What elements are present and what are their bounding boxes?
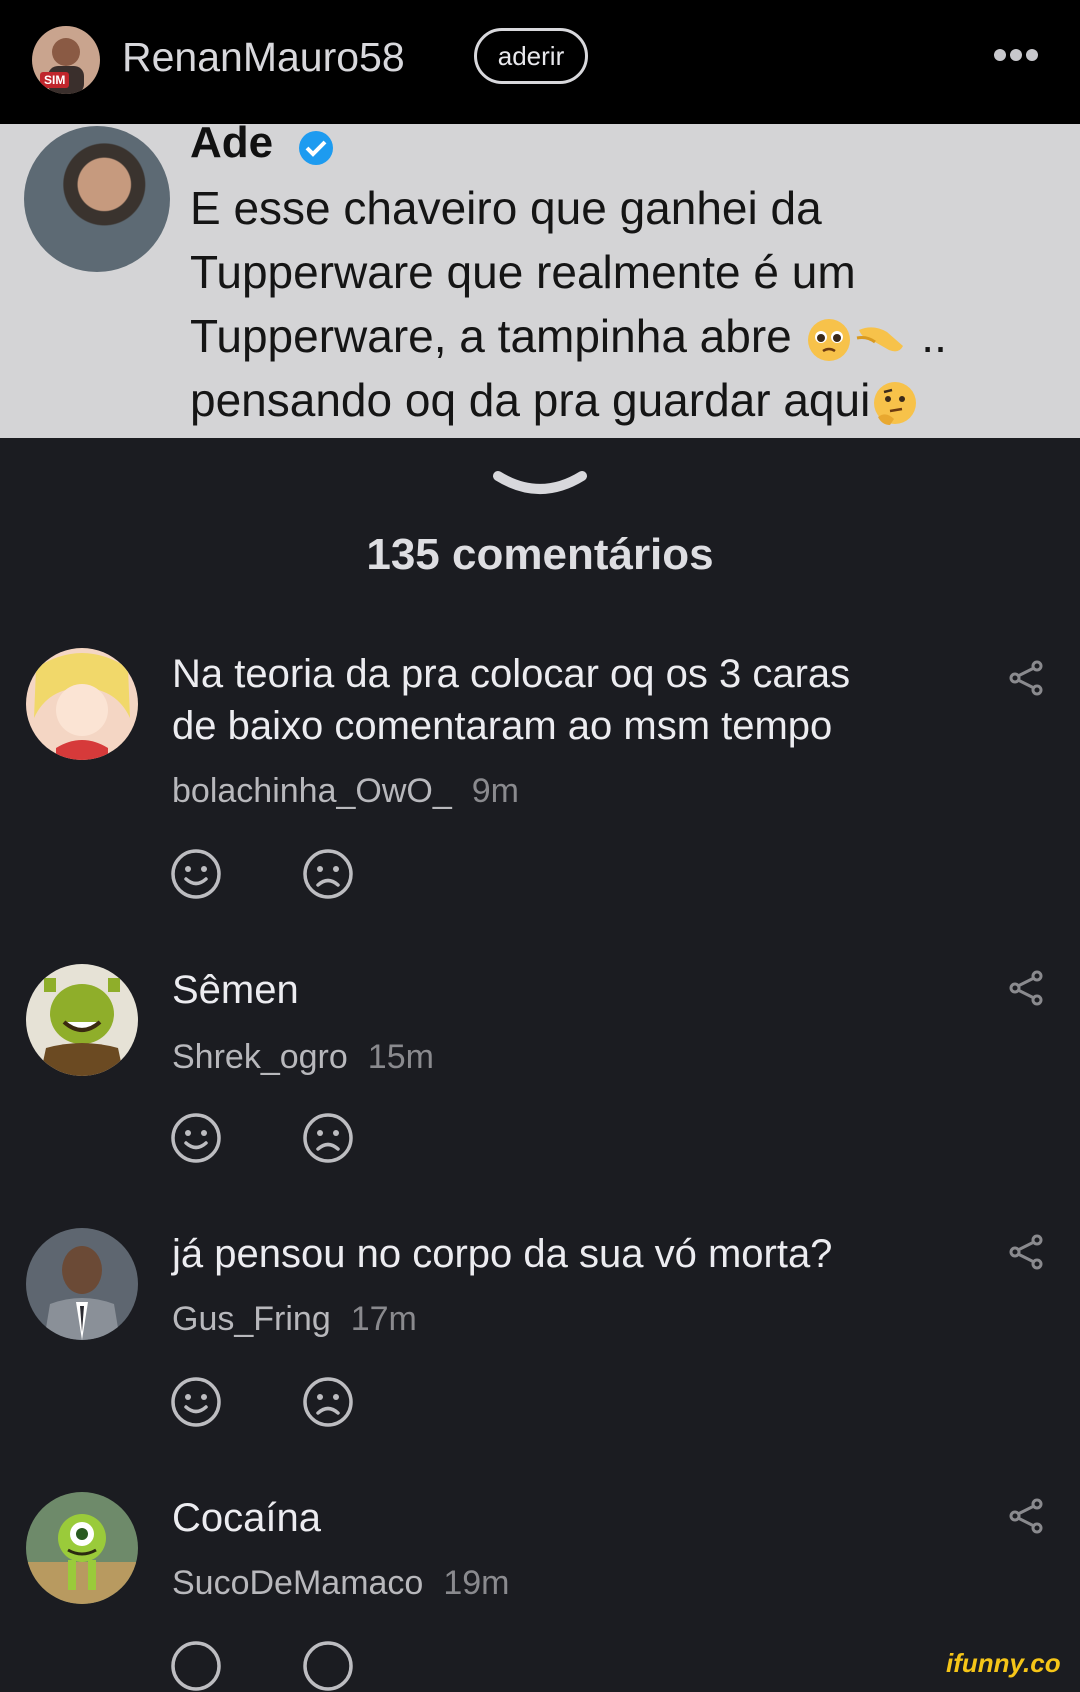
tweet-line-part: .. [908,310,947,362]
comment-time: 9m [471,772,519,810]
channel-avatar[interactable]: SIM [32,26,100,94]
comment-time: 19m [443,1564,510,1602]
smile-icon[interactable] [170,1376,222,1428]
verified-badge-icon [299,131,333,165]
smile-icon[interactable] [170,848,222,900]
comment-text: Cocaína [172,1492,932,1544]
join-button[interactable]: aderir [474,28,588,84]
comment-text: Sêmen [172,964,932,1016]
comment-meta: SucoDeMamaco 19m [172,1564,509,1603]
ifunny-watermark: ifunny.co [946,1648,1061,1678]
comment-time: 17m [350,1300,417,1338]
pleading-face-emoji [807,318,850,361]
pinching-hand-emoji [856,327,903,352]
tweet-line: Tupperware que realmente é um [190,246,856,298]
comment-text-line: Na teoria da pra colocar oq os 3 caras [172,652,851,696]
comment-text-line: já pensou no corpo da sua vó morta? [172,1232,833,1276]
comment-username[interactable]: bolachinha_OwO_ [172,772,452,810]
avatar-shrek-image [26,964,138,1076]
commenter-avatar[interactable] [26,1492,138,1604]
top-bar: SIM RenanMauro58 aderir [0,0,1080,124]
frown-icon[interactable] [302,1640,354,1692]
comment-text-line: Cocaína [172,1496,321,1540]
comment-text: Na teoria da pra colocar oq os 3 caras d… [172,648,932,752]
frown-icon[interactable] [302,1112,354,1164]
frown-icon[interactable] [302,1376,354,1428]
tweet-line: pensando oq da pra guardar aqui [190,368,1070,432]
comment-text: já pensou no corpo da sua vó morta? [172,1228,932,1280]
smile-icon[interactable] [170,1112,222,1164]
tweet-line-part: Tupperware, a tampinha abre [190,310,805,362]
tweet-line: E esse chaveiro que ganhei da [190,182,822,234]
share-icon[interactable] [1006,968,1046,1008]
smile-icon[interactable] [170,1640,222,1692]
tweet-line-part: pensando oq da pra guardar aqui [190,374,871,426]
comment-meta: Shrek_ogro 15m [172,1038,434,1077]
channel-username[interactable]: RenanMauro58 [122,34,405,81]
share-icon[interactable] [1006,1232,1046,1272]
frown-icon[interactable] [302,848,354,900]
commenter-avatar[interactable] [26,648,138,760]
thinking-face-emoji [874,381,917,425]
tweet-text: E esse chaveiro que ganhei da Tupperware… [190,176,1070,432]
comment-meta: bolachinha_OwO_ 9m [172,772,519,811]
avatar-mike-image [26,1492,138,1604]
commenter-avatar[interactable] [26,1228,138,1340]
post-image: Ade E esse chaveiro que ganhei da Tupper… [0,118,1080,438]
comment-text-line: Sêmen [172,968,299,1012]
more-dots-icon[interactable] [994,48,1042,64]
comment-time: 15m [367,1038,434,1076]
comment-username[interactable]: Gus_Fring [172,1300,331,1338]
avatar-anime-image [26,648,138,760]
avatar-gus-image [26,1228,138,1340]
commenter-avatar[interactable] [26,964,138,1076]
chevron-down-icon[interactable] [492,466,588,506]
share-icon[interactable] [1006,658,1046,698]
tweet-author-name: Ade [190,118,274,167]
comment-meta: Gus_Fring 17m [172,1300,417,1339]
comments-count-title: 135 comentários [366,530,714,579]
comment-text-line: de baixo comentaram ao msm tempo [172,704,833,748]
share-icon[interactable] [1006,1496,1046,1536]
comment-username[interactable]: SucoDeMamaco [172,1564,423,1602]
tweet-line: Tupperware, a tampinha abre .. [190,304,1070,368]
avatar-badge: SIM [40,72,70,88]
tweet-author-avatar [24,126,170,272]
comment-username[interactable]: Shrek_ogro [172,1038,348,1076]
